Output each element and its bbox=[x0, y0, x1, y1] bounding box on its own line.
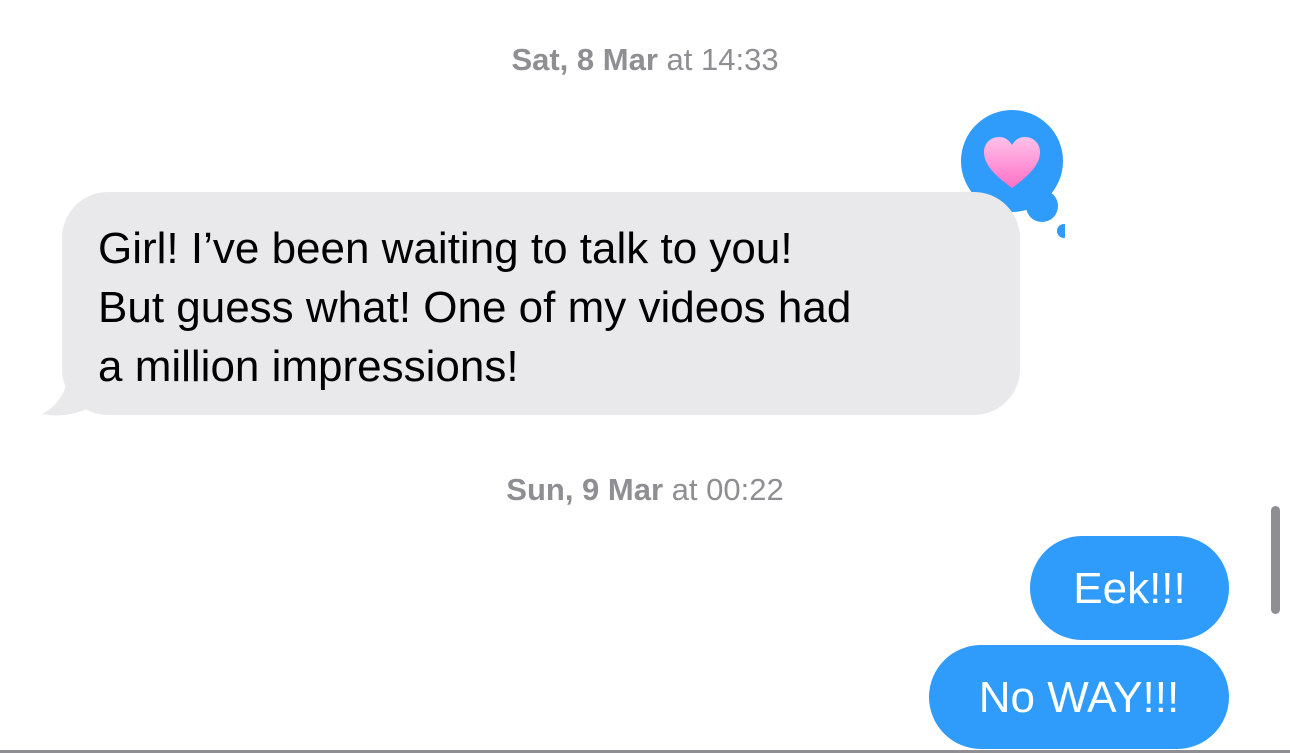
timestamp-header: Sun, 9 Mar at 00:22 bbox=[0, 472, 1290, 508]
outgoing-message-text: No WAY!!! bbox=[978, 673, 1180, 722]
outgoing-message-text: Eek!!! bbox=[1073, 564, 1186, 613]
timestamp-day: Sun, 9 Mar bbox=[506, 472, 664, 507]
timestamp-time: at 00:22 bbox=[671, 472, 784, 507]
heart-icon bbox=[984, 137, 1040, 188]
incoming-message-bubble[interactable]: Girl! I’ve been waiting to talk to you! … bbox=[62, 192, 1020, 415]
timestamp-header: Sat, 8 Mar at 14:33 bbox=[0, 42, 1290, 78]
outgoing-message-bubble[interactable]: Eek!!! bbox=[1030, 536, 1229, 640]
timestamp-day: Sat, 8 Mar bbox=[511, 42, 658, 77]
scrollbar-thumb[interactable] bbox=[1271, 506, 1280, 614]
outgoing-message-bubble[interactable]: No WAY!!! bbox=[929, 645, 1229, 749]
incoming-message-text: Girl! I’ve been waiting to talk to you! … bbox=[98, 224, 852, 391]
timestamp-time: at 14:33 bbox=[666, 42, 779, 77]
